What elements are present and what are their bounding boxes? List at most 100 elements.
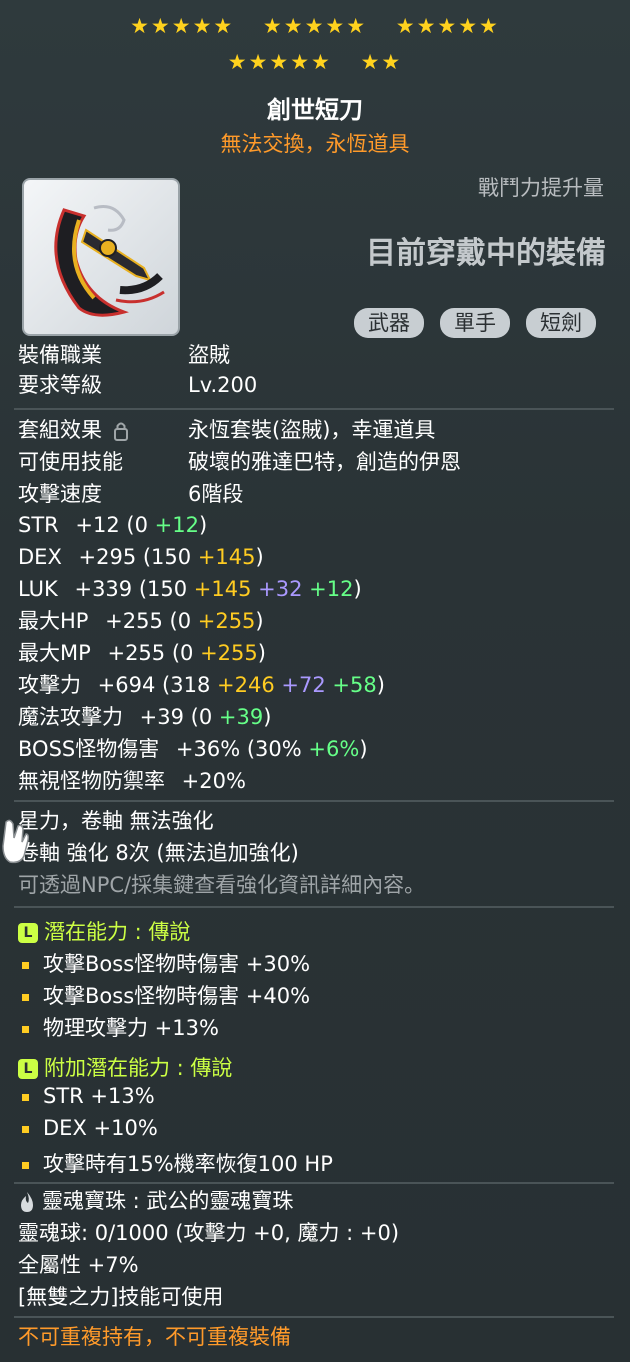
stat-close: ) bbox=[359, 737, 368, 761]
soul-allstat-line: 全屬性 +7% bbox=[18, 1253, 139, 1277]
stat-base: (150 bbox=[132, 577, 194, 601]
potential-text: 攻擊Boss怪物時傷害 +40% bbox=[43, 984, 311, 1008]
potential-text: 攻擊Boss怪物時傷害 +30% bbox=[43, 952, 311, 976]
stat-total: +255 bbox=[98, 609, 163, 633]
stat-name: 魔法攻擊力 bbox=[18, 705, 123, 729]
speed-value: 6階段 bbox=[188, 482, 244, 506]
combat-power-label: 戰鬥力提升量 bbox=[478, 176, 604, 200]
potential-line: 攻擊Boss怪物時傷害 +30% bbox=[22, 948, 310, 978]
stat-name: STR bbox=[18, 513, 59, 537]
stat-row: LUK +339 (150 +145 +32 +12) bbox=[18, 576, 362, 602]
skill-value: 破壞的雅達巴特，創造的伊恩 bbox=[188, 450, 461, 474]
soul-skill-line: [無雙之力]技能可使用 bbox=[18, 1285, 224, 1309]
star-force-row-1: ★★★★★ ★★★★★ ★★★★★ bbox=[0, 14, 630, 38]
stat-bonus: +246 bbox=[217, 673, 275, 697]
stat-name: 最大HP bbox=[18, 609, 89, 633]
job-row: 裝備職業 盜賊 bbox=[18, 342, 230, 368]
bullet-icon bbox=[22, 1025, 29, 1033]
stat-base: (30% bbox=[240, 737, 309, 761]
additional-potential-line: DEX +10% bbox=[22, 1116, 158, 1140]
stat-row: 最大MP +255 (0 +255) bbox=[18, 640, 266, 666]
bullet-icon bbox=[22, 1161, 29, 1169]
stat-row: 最大HP +255 (0 +255) bbox=[18, 608, 264, 634]
tag-weapon: 武器 bbox=[354, 308, 424, 338]
stat-bonus: +145 bbox=[197, 545, 256, 569]
stat-close: ) bbox=[353, 577, 362, 601]
stat-close: ) bbox=[255, 545, 264, 569]
additional-potential-text: 攻擊時有15%機率恢復100 HP bbox=[43, 1152, 333, 1176]
legendary-l-icon: L bbox=[18, 923, 38, 943]
potential-line: 攻擊Boss怪物時傷害 +40% bbox=[22, 980, 310, 1010]
stat-name: 最大MP bbox=[18, 641, 91, 665]
stat-bonus: +12 bbox=[154, 513, 199, 537]
star-group: ★★★★★ bbox=[395, 14, 500, 38]
stat-total: +339 bbox=[67, 577, 133, 601]
bullet-icon bbox=[22, 961, 29, 969]
set-effect-value: 永恆套裝(盜賊)，幸運道具 bbox=[188, 418, 436, 442]
equipped-label: 目前穿戴中的裝備 bbox=[366, 236, 606, 271]
soul-orb-line: 靈魂球: 0/1000 (攻擊力 +0, 魔力 : +0) bbox=[18, 1221, 400, 1245]
speed-row: 攻擊速度 6階段 bbox=[18, 481, 243, 507]
item-name: 創世短刀 bbox=[267, 96, 363, 124]
tag-one-hand: 單手 bbox=[440, 308, 510, 338]
divider bbox=[14, 906, 614, 908]
lock-icon bbox=[113, 422, 128, 441]
stat-bonus: +145 bbox=[193, 577, 252, 601]
stat-close: ) bbox=[263, 705, 272, 729]
job-value: 盜賊 bbox=[188, 343, 230, 367]
item-tooltip: ★★★★★ ★★★★★ ★★★★★ ★★★★★ ★★ 創世短刀 無法交換，永恆道… bbox=[0, 0, 630, 1362]
potential-line: 物理攻擊力 +13% bbox=[22, 1012, 219, 1042]
stat-name: LUK bbox=[18, 577, 58, 601]
stat-bonus: +12 bbox=[302, 577, 354, 601]
additional-potential-line: 攻擊時有15%機率恢復100 HP bbox=[22, 1148, 333, 1178]
stat-row: BOSS怪物傷害 +36% (30% +6%) bbox=[18, 736, 368, 762]
set-effect-row: 套組效果 永恆套裝(盜賊)，幸運道具 bbox=[18, 417, 435, 443]
level-label: 要求等級 bbox=[18, 373, 102, 397]
trade-note: 無法交換，永恆道具 bbox=[220, 132, 410, 156]
job-label: 裝備職業 bbox=[18, 343, 102, 367]
stat-bonus: +255 bbox=[200, 641, 258, 665]
stat-close: ) bbox=[198, 513, 208, 537]
tag-dagger: 短劍 bbox=[526, 308, 596, 338]
additional-potential-text: DEX +10% bbox=[43, 1116, 158, 1140]
stat-total: +39 bbox=[133, 705, 184, 729]
dagger-item-icon bbox=[54, 205, 165, 317]
stat-row: DEX +295 (150 +145) bbox=[18, 544, 264, 570]
stat-row: STR +12 (0 +12) bbox=[18, 512, 207, 538]
stat-name: 無視怪物防禦率 bbox=[18, 769, 165, 793]
footer-note: 不可重複持有，不可重複裝備 bbox=[18, 1325, 291, 1349]
stat-total: +36% bbox=[169, 737, 241, 761]
additional-potential-line: STR +13% bbox=[22, 1084, 155, 1108]
stat-base: (0 bbox=[184, 705, 219, 729]
bullet-icon bbox=[22, 1125, 29, 1133]
item-icon-frame bbox=[22, 178, 180, 336]
stat-close: ) bbox=[255, 609, 264, 633]
stat-row: 攻擊力 +694 (318 +246 +72 +58) bbox=[18, 672, 385, 698]
divider bbox=[14, 800, 614, 802]
stat-total: +694 bbox=[91, 673, 156, 697]
stat-name: 攻擊力 bbox=[18, 673, 81, 697]
enhance-line: 星力，卷軸 無法強化 bbox=[18, 809, 214, 833]
stat-bonus: +32 bbox=[251, 577, 303, 601]
stat-row: 無視怪物防禦率 +20% bbox=[18, 768, 246, 794]
skill-row: 可使用技能 破壞的雅達巴特，創造的伊恩 bbox=[18, 449, 461, 475]
stat-bonus: +6% bbox=[308, 737, 360, 761]
level-row: 要求等級 Lv.200 bbox=[18, 372, 257, 398]
stat-total: +255 bbox=[100, 641, 166, 665]
potential-text: 物理攻擊力 +13% bbox=[43, 1016, 219, 1040]
stat-bonus: +72 bbox=[274, 673, 326, 697]
stat-bonus: +255 bbox=[197, 609, 256, 633]
potential-title: 潛在能力 : 傳說 bbox=[44, 920, 191, 944]
star-group: ★★ bbox=[360, 50, 403, 74]
bullet-icon bbox=[22, 993, 29, 1001]
soul-flame-icon bbox=[21, 1192, 33, 1212]
additional-potential-text: STR +13% bbox=[43, 1084, 155, 1108]
stat-bonus: +58 bbox=[325, 673, 377, 697]
additional-potential-header: L 附加潛在能力 : 傳說 bbox=[18, 1052, 232, 1082]
stat-total: +295 bbox=[71, 545, 137, 569]
glove-cursor-icon bbox=[2, 819, 29, 864]
stat-base: (318 bbox=[155, 673, 217, 697]
bullet-icon bbox=[22, 1093, 29, 1101]
stat-name: DEX bbox=[18, 545, 62, 569]
star-group: ★★★★★ bbox=[262, 14, 368, 38]
